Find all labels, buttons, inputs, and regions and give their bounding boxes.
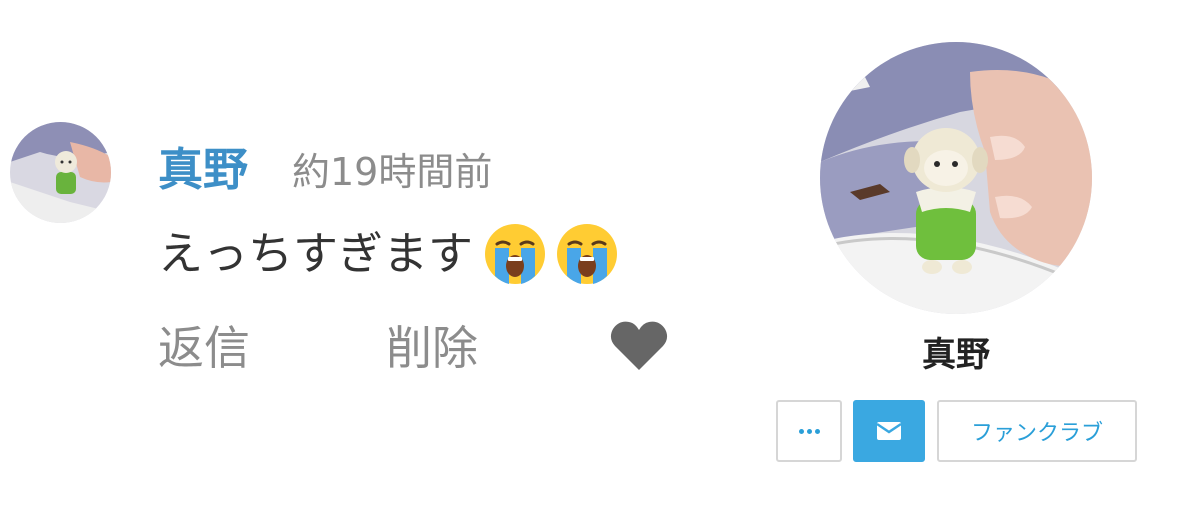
loudly-crying-face-emoji-icon: [557, 224, 618, 284]
loudly-crying-face-emoji-icon: [485, 224, 546, 284]
comment-author-link[interactable]: 真野: [158, 140, 248, 200]
comment-item: 真野 約19時間前 えっちすぎます 返信 削除: [0, 0, 720, 513]
profile-card: 真野 ファンクラブ: [760, 0, 1200, 513]
like-button[interactable]: [610, 320, 668, 372]
more-dots-icon: [798, 428, 820, 434]
send-message-button[interactable]: [853, 400, 925, 462]
reply-button[interactable]: 返信: [158, 318, 250, 378]
avatar-photo-icon: [820, 42, 1092, 314]
delete-button[interactable]: 削除: [386, 318, 478, 378]
commenter-avatar[interactable]: [10, 122, 111, 223]
comment-body: えっちすぎます: [158, 222, 619, 286]
envelope-icon: [876, 422, 902, 440]
comment-text: えっちすぎます: [158, 227, 474, 280]
profile-avatar[interactable]: [820, 42, 1092, 314]
comment-timestamp: 約19時間前: [292, 150, 493, 194]
fanclub-button[interactable]: ファンクラブ: [937, 400, 1137, 462]
profile-name: 真野: [922, 335, 990, 375]
more-options-button[interactable]: [776, 400, 842, 462]
avatar-photo-icon: [10, 122, 111, 223]
heart-icon: [610, 321, 668, 370]
